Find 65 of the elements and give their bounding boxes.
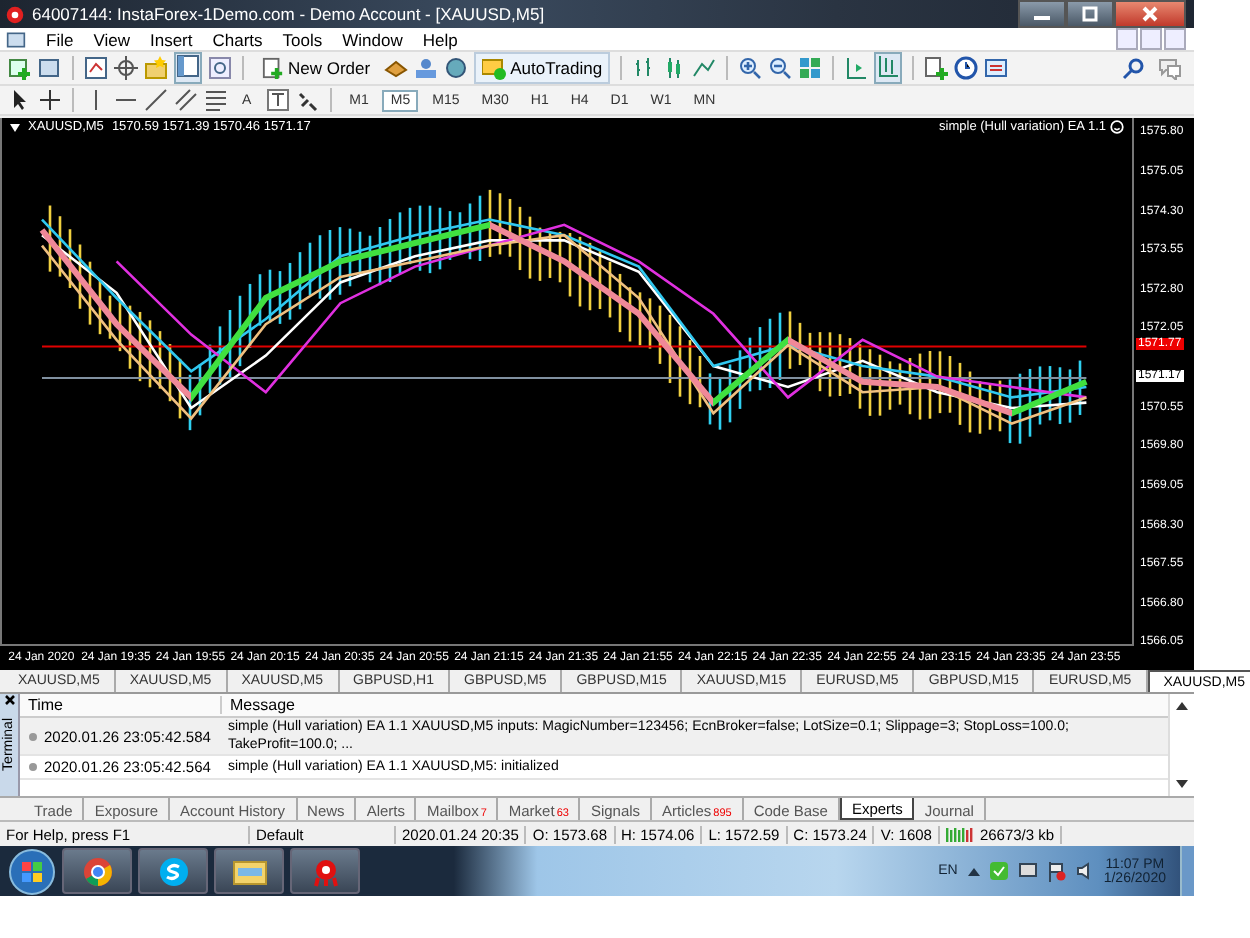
autotrading-icon[interactable]: [482, 56, 507, 81]
maximize-icon[interactable]: [1082, 6, 1098, 22]
chart-window-icon[interactable]: [6, 29, 26, 50]
zoom-out-icon[interactable]: [768, 56, 793, 81]
autotrading-button[interactable]: AutoTrading: [474, 52, 611, 85]
cursor-icon[interactable]: [8, 88, 32, 113]
menu-item[interactable]: Insert: [149, 29, 193, 50]
new-order-button[interactable]: New Order: [254, 52, 379, 85]
tray-arrow-icon[interactable]: [967, 867, 980, 875]
taskbar-app-button[interactable]: [62, 848, 132, 894]
maximize-button[interactable]: [1066, 0, 1114, 28]
tile-windows-icon[interactable]: [798, 56, 823, 81]
smiley-icon: [1110, 120, 1124, 135]
log-dot-icon: [28, 731, 38, 742]
column-header[interactable]: Time: [20, 696, 222, 715]
menu-item[interactable]: File: [46, 29, 74, 50]
profiles-icon[interactable]: [38, 56, 62, 81]
autoscroll-icon[interactable]: [876, 54, 901, 79]
signals-person-icon[interactable]: [414, 56, 439, 81]
shield-check-icon[interactable]: [989, 862, 1008, 880]
start-icon[interactable]: [8, 847, 56, 895]
document-plus-icon[interactable]: [262, 56, 284, 81]
arrows-icon[interactable]: [295, 88, 320, 113]
close-button[interactable]: [1114, 0, 1186, 28]
column-header[interactable]: Message: [222, 696, 295, 715]
traffic-bars-icon: [945, 828, 974, 843]
market-watch-icon[interactable]: [84, 56, 108, 81]
folder-icon[interactable]: [231, 857, 267, 885]
caret-icon[interactable]: [10, 123, 20, 132]
indicators-icon[interactable]: [924, 56, 949, 81]
crosshair-icon[interactable]: [114, 56, 138, 81]
new-chart-icon[interactable]: [8, 56, 32, 81]
line-chart-icon[interactable]: [692, 56, 717, 81]
app-gear-icon[interactable]: [4, 3, 26, 25]
minimize-button[interactable]: [1018, 0, 1066, 28]
terminal-window-icon[interactable]: [176, 54, 200, 79]
taskbar-app-button[interactable]: [138, 848, 208, 894]
menu-item[interactable]: Window: [342, 29, 403, 50]
chat-icon[interactable]: [1158, 56, 1182, 81]
speaker-icon[interactable]: [1075, 862, 1094, 880]
crosshair-icon[interactable]: [38, 88, 62, 113]
scroll-down-icon[interactable]: [1176, 780, 1188, 789]
chart-shift-icon[interactable]: [844, 56, 869, 81]
network-icon[interactable]: [1017, 862, 1038, 880]
trendline-icon[interactable]: [144, 88, 168, 113]
zoom-in-icon[interactable]: [738, 56, 763, 81]
search-icon[interactable]: [1122, 56, 1146, 81]
tester-magnifier-icon[interactable]: [208, 56, 232, 81]
taskbar-app-button[interactable]: [214, 848, 284, 894]
window-title: 64007144: InstaForex-1Demo.com - Demo Account - [XAUUSD,M5]: [32, 4, 547, 24]
menu-item[interactable]: View: [93, 29, 130, 50]
browser-icon[interactable]: [81, 855, 113, 887]
messenger-icon[interactable]: [157, 855, 189, 887]
menu-item[interactable]: Help: [422, 29, 458, 50]
menu-item[interactable]: Charts: [212, 29, 263, 50]
close-icon[interactable]: [3, 694, 15, 707]
menu-item[interactable]: Tools: [282, 29, 323, 50]
fibonacci-icon[interactable]: [204, 88, 228, 113]
text-label-icon[interactable]: [265, 88, 290, 113]
log-dot-icon: [28, 762, 38, 773]
flag-icon[interactable]: [1047, 861, 1066, 881]
templates-icon[interactable]: [984, 56, 1009, 81]
clock-icon[interactable]: [954, 56, 979, 81]
star-folder-icon[interactable]: [144, 56, 168, 81]
scroll-up-icon[interactable]: [1176, 702, 1188, 711]
